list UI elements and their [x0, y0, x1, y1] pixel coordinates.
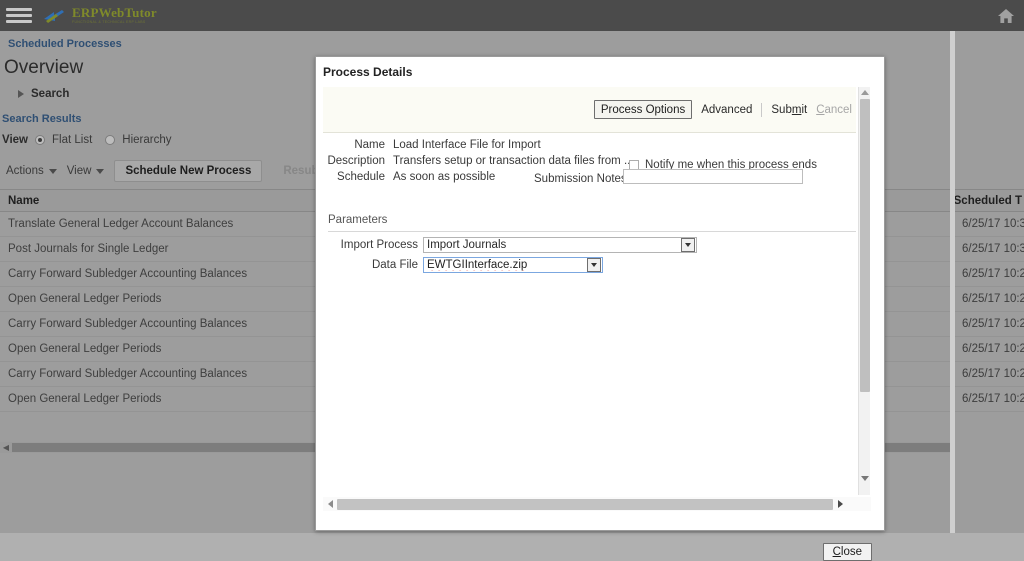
- page-title: Overview: [4, 57, 84, 78]
- cell-scheduled-time: 6/25/17 10:31: [962, 243, 1024, 255]
- scroll-right-icon[interactable]: [833, 500, 847, 508]
- breadcrumb[interactable]: Scheduled Processes: [8, 38, 122, 50]
- submission-notes-input[interactable]: [623, 169, 803, 184]
- process-options-button[interactable]: Process Options: [593, 100, 693, 119]
- radio-flat-list-label: Flat List: [52, 134, 93, 146]
- data-file-label: Data File: [371, 259, 418, 271]
- dialog-title: Process Details: [323, 65, 413, 79]
- cell-name: Carry Forward Subledger Accounting Balan…: [8, 318, 248, 330]
- cell-scheduled-time: 6/25/17 10:32: [962, 218, 1024, 230]
- scroll-down-icon[interactable]: [859, 473, 871, 484]
- dialog-vertical-scrollbar[interactable]: [858, 87, 870, 495]
- vertical-scroll-thumb[interactable]: [860, 99, 870, 392]
- chevron-right-icon: [18, 90, 24, 98]
- view-radio-group: View Flat List Hierarchy: [2, 134, 177, 146]
- description-value: Transfers setup or transaction data file…: [393, 155, 634, 167]
- import-process-value: Import Journals: [427, 239, 507, 251]
- brand-tagline: FUNCTIONAL & TECHNICAL ERP LABS: [72, 20, 146, 25]
- actions-menu-label: Actions: [6, 165, 44, 177]
- app-header: ERPWebTutor FUNCTIONAL & TECHNICAL ERP L…: [0, 0, 1024, 31]
- cell-name: Open General Ledger Periods: [8, 343, 162, 355]
- scroll-up-icon[interactable]: [859, 87, 871, 98]
- cell-scheduled-time: 6/25/17 10:23: [962, 393, 1024, 405]
- dialog-horizontal-scrollbar[interactable]: [323, 497, 871, 511]
- column-header-name[interactable]: Name: [0, 195, 39, 207]
- view-menu-label: View: [66, 165, 92, 177]
- home-icon[interactable]: [996, 6, 1016, 26]
- radio-hierarchy[interactable]: [105, 135, 116, 145]
- data-file-value: EWTGIInterface.zip: [427, 259, 528, 271]
- view-menu[interactable]: View: [67, 165, 105, 177]
- field-schedule: Schedule As soon as possible: [323, 171, 495, 183]
- name-label: Name: [354, 139, 385, 151]
- radio-hierarchy-label: Hierarchy: [122, 134, 172, 146]
- parameters-divider: [328, 231, 856, 232]
- scroll-left-icon[interactable]: [323, 500, 337, 508]
- radio-flat-list[interactable]: [35, 135, 45, 145]
- search-label: Search: [31, 88, 70, 100]
- cell-scheduled-time: 6/25/17 10:25: [962, 318, 1024, 330]
- data-file-combobox[interactable]: EWTGIInterface.zip: [423, 257, 603, 273]
- close-button[interactable]: Close: [822, 543, 872, 561]
- brand-name: ERPWebTutor: [72, 5, 157, 21]
- divider: [761, 102, 763, 117]
- cell-name: Carry Forward Subledger Accounting Balan…: [8, 368, 248, 380]
- cell-name: Open General Ledger Periods: [8, 293, 162, 305]
- field-name: Name Load Interface File for Import: [323, 139, 541, 151]
- cell-scheduled-time: 6/25/17 10:24: [962, 343, 1024, 355]
- process-details-dialog: Process Details Process Options Advanced…: [315, 56, 885, 561]
- page-edge-strip: [950, 31, 955, 533]
- dialog-body: Process Options Advanced Submit Cancel N…: [323, 87, 871, 495]
- parameters-section-label: Parameters: [328, 214, 388, 226]
- cancel-link: Cancel: [816, 103, 852, 116]
- cell-scheduled-time: 6/25/17 10:25: [962, 293, 1024, 305]
- hamburger-icon[interactable]: [6, 0, 32, 31]
- view-group-label: View: [2, 134, 28, 146]
- field-description: Description Transfers setup or transacti…: [323, 155, 634, 167]
- dialog-footer: Close: [316, 515, 886, 561]
- schedule-new-process-button[interactable]: Schedule New Process: [114, 160, 263, 182]
- horizontal-scroll-thumb[interactable]: [337, 498, 833, 510]
- dialog-action-bar: Process Options Advanced Submit Cancel: [323, 87, 856, 133]
- brand-logo[interactable]: ERPWebTutor FUNCTIONAL & TECHNICAL ERP L…: [42, 6, 157, 25]
- advanced-link[interactable]: Advanced: [701, 104, 752, 116]
- column-header-scheduled-time[interactable]: Scheduled T: [954, 195, 1022, 207]
- name-value: Load Interface File for Import: [393, 139, 541, 151]
- schedule-value: As soon as possible: [393, 171, 496, 183]
- chevron-down-icon: [96, 168, 105, 174]
- cell-name: Open General Ledger Periods: [8, 393, 162, 405]
- submit-link[interactable]: Submit: [771, 104, 807, 116]
- import-process-label: Import Process: [340, 239, 418, 251]
- submission-notes-label: Submission Notes: [534, 173, 627, 185]
- schedule-label: Schedule: [337, 171, 385, 183]
- scroll-left-icon[interactable]: ◀: [0, 443, 12, 452]
- cell-name: Post Journals for Single Ledger: [8, 243, 169, 255]
- search-disclosure[interactable]: Search: [18, 88, 69, 100]
- import-process-combobox[interactable]: Import Journals: [423, 237, 697, 253]
- description-label: Description: [327, 155, 385, 167]
- cell-name: Translate General Ledger Account Balance…: [8, 218, 234, 230]
- search-results-heading: Search Results: [2, 113, 82, 125]
- cell-name: Carry Forward Subledger Accounting Balan…: [8, 268, 248, 280]
- cell-scheduled-time: 6/25/17 10:24: [962, 368, 1024, 380]
- actions-menu[interactable]: Actions: [6, 165, 57, 177]
- erpwebtutor-arrow-icon: [42, 8, 68, 24]
- cell-scheduled-time: 6/25/17 10:25: [962, 268, 1024, 280]
- chevron-down-icon[interactable]: [681, 238, 695, 252]
- chevron-down-icon: [48, 168, 57, 174]
- chevron-down-icon[interactable]: [587, 258, 601, 272]
